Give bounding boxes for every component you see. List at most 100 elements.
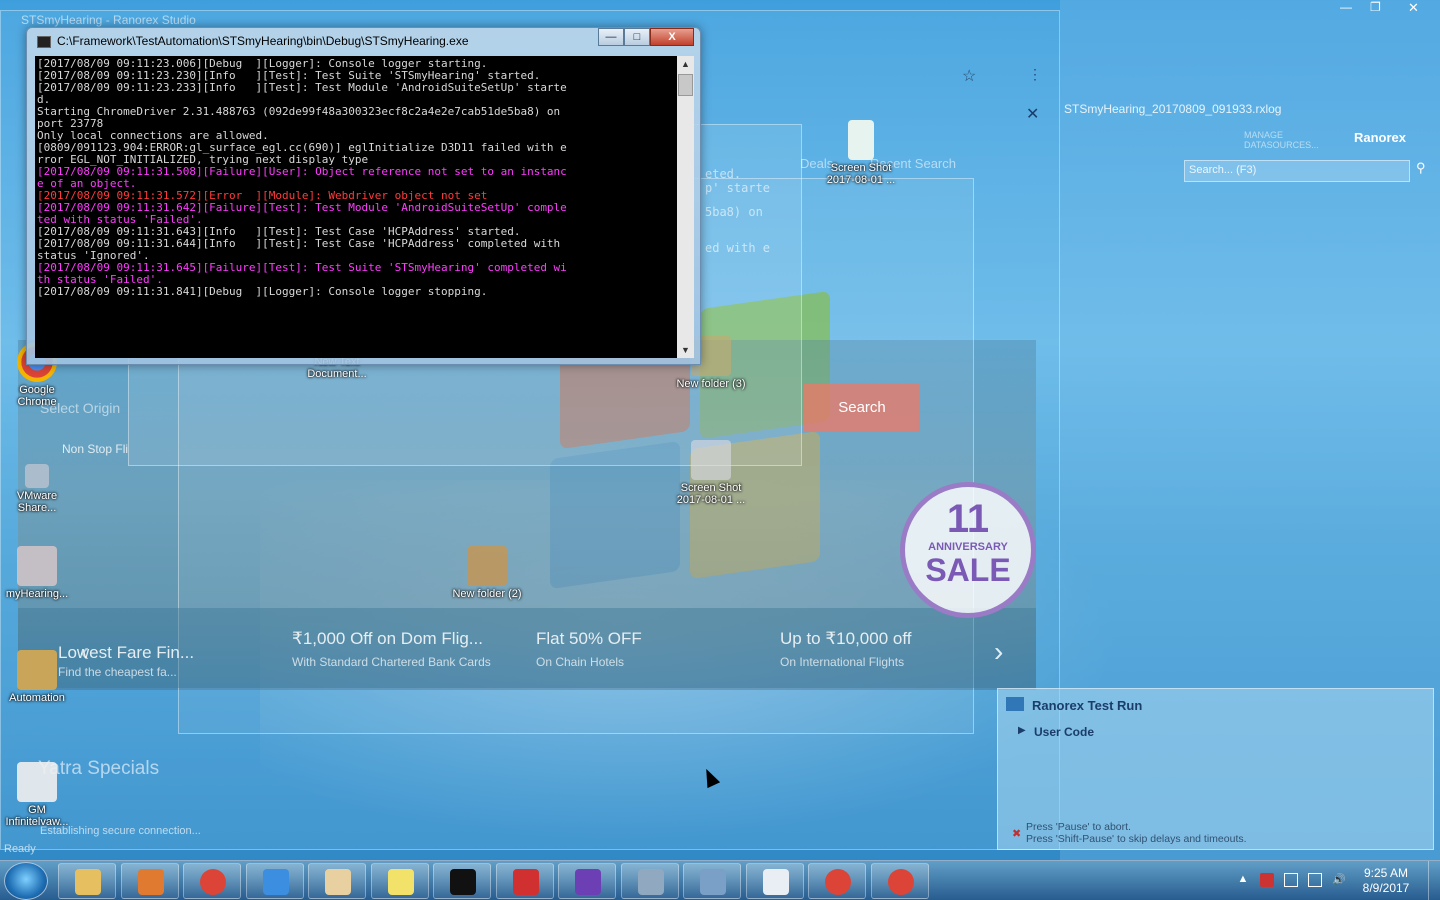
desktop-icon-screenshot-1[interactable]: Screen Shot 2017-08-01 ... bbox=[826, 120, 896, 186]
taskbar-button[interactable] bbox=[745, 863, 804, 899]
desktop-icon-label: GM Infinitelvaw... bbox=[5, 804, 69, 828]
folder-icon bbox=[17, 650, 57, 690]
scroll-up-icon[interactable]: ▲ bbox=[677, 56, 694, 72]
hint-shift-pause: Press 'Shift-Pause' to skip delays and t… bbox=[1026, 833, 1247, 845]
testrun-title: Ranorex Test Run bbox=[1032, 698, 1143, 713]
chrome-icon bbox=[200, 869, 226, 895]
image-file-icon bbox=[691, 440, 731, 480]
settings-icon bbox=[637, 869, 664, 895]
desktop-icon-automation[interactable]: Automation bbox=[2, 650, 72, 704]
chrome-icon bbox=[887, 869, 914, 895]
ghost-line: eted. bbox=[705, 167, 742, 181]
taskbar-button[interactable] bbox=[808, 863, 866, 899]
testrun-hints: Press 'Pause' to abort. Press 'Shift-Pau… bbox=[1026, 821, 1247, 845]
carousel-next-icon[interactable]: › bbox=[994, 636, 1003, 668]
action-center-icon[interactable] bbox=[1260, 873, 1274, 887]
ranorex-testrun-icon bbox=[1006, 697, 1024, 711]
scroll-thumb[interactable] bbox=[678, 74, 693, 96]
console-app-icon bbox=[37, 36, 51, 48]
rxlog-tab[interactable]: STSmyHearing_20170809_091933.rxlog bbox=[1064, 102, 1440, 120]
volume-icon[interactable]: 🔊 bbox=[1332, 873, 1346, 887]
offer-subtitle: On International Flights bbox=[780, 655, 905, 669]
search-icon[interactable]: ⚲ bbox=[1416, 160, 1426, 176]
console-line: Starting ChromeDriver 2.31.488763 (092de… bbox=[37, 105, 561, 118]
console-line: [2017/08/09 09:11:31.841][Debug ][Logger… bbox=[37, 285, 488, 298]
close-button[interactable]: X bbox=[650, 28, 694, 46]
flight-search-button[interactable]: Search bbox=[804, 384, 920, 432]
cmd-icon bbox=[450, 869, 476, 895]
taskbar-button[interactable] bbox=[870, 863, 929, 899]
taskbar-button[interactable] bbox=[620, 863, 679, 899]
user-code-item[interactable]: User Code bbox=[1034, 725, 1094, 739]
console-output[interactable]: [2017/08/09 09:11:23.006][Debug ][Logger… bbox=[35, 56, 694, 358]
taskbar-button[interactable] bbox=[58, 863, 116, 899]
desktop-icon-vmware[interactable]: VMware Share... bbox=[2, 464, 72, 514]
console-line: [2017/08/09 09:11:23.233][Info ][Test]: … bbox=[37, 81, 567, 94]
taskbar-button[interactable] bbox=[120, 863, 179, 899]
restore-icon[interactable]: ❐ bbox=[1370, 0, 1381, 14]
sale-number: 11 bbox=[946, 497, 990, 541]
desktop-icon-label: New folder (3) bbox=[676, 378, 746, 390]
maximize-button[interactable]: □ bbox=[624, 28, 650, 46]
ranorex-spy-icon bbox=[512, 869, 539, 895]
offer-title[interactable]: Up to ₹10,000 off bbox=[780, 629, 911, 649]
taskbar-button[interactable] bbox=[433, 863, 491, 899]
ranorex-search-input[interactable]: Search... (F3) bbox=[1184, 160, 1410, 182]
console-title: C:\Framework\TestAutomation\STSmyHearing… bbox=[57, 34, 469, 48]
desktop-icon-new-folder-2[interactable]: New folder (2) bbox=[452, 546, 522, 600]
browser-menu-icon[interactable]: ⋮ bbox=[1028, 66, 1042, 83]
console-scrollbar[interactable]: ▲ ▼ bbox=[677, 56, 694, 358]
dialog-close-icon[interactable]: ✕ bbox=[1026, 104, 1039, 124]
device-icon[interactable] bbox=[1284, 873, 1298, 887]
desktop-icon-label: Screen Shot 2017-08-01 ... bbox=[676, 482, 746, 506]
stop-icon[interactable]: ✖ bbox=[1012, 827, 1021, 840]
taskbar-button[interactable] bbox=[183, 863, 241, 899]
console-log: [2017/08/09 09:11:23.006][Debug ][Logger… bbox=[35, 56, 677, 358]
network-icon bbox=[700, 869, 726, 895]
clock-time: 9:25 AM bbox=[1363, 866, 1409, 880]
ranorex-test-run-panel: Ranorex Test Run ▶ User Code ✖ Press 'Pa… bbox=[997, 688, 1434, 850]
anniversary-sale-badge[interactable]: 11 ANNIVERSARY SALE bbox=[900, 482, 1036, 618]
offer-title[interactable]: Flat 50% OFF bbox=[536, 629, 642, 649]
document-icon bbox=[17, 546, 57, 586]
taskbar-button[interactable] bbox=[683, 863, 741, 899]
taskbar-button[interactable] bbox=[245, 863, 304, 899]
start-button[interactable] bbox=[4, 862, 48, 900]
bookmark-star-icon[interactable]: ☆ bbox=[962, 66, 976, 86]
offer-subtitle: With Standard Chartered Bank Cards bbox=[292, 655, 491, 669]
clock-date: 8/9/2017 bbox=[1362, 881, 1410, 895]
scroll-down-icon[interactable]: ▼ bbox=[677, 342, 694, 358]
show-hidden-icons[interactable]: ▲ bbox=[1236, 873, 1250, 887]
taskbar-button[interactable] bbox=[370, 863, 429, 899]
minimize-icon[interactable]: — bbox=[1340, 0, 1352, 14]
ghost-title: STSmyHearing - Ranorex Studio bbox=[21, 13, 196, 27]
expand-arrow-icon[interactable]: ▶ bbox=[1018, 725, 1026, 736]
minimize-button[interactable]: — bbox=[598, 28, 624, 46]
sale-line2: SALE bbox=[925, 552, 1011, 588]
offer-title[interactable]: Lowest Fare Fin... bbox=[58, 643, 194, 663]
desktop-icon-screenshot-2[interactable]: Screen Shot 2017-08-01 ... bbox=[676, 440, 746, 506]
taskbar-button[interactable] bbox=[308, 863, 366, 899]
clock[interactable]: 9:25 AM 8/9/2017 bbox=[1356, 866, 1416, 896]
desktop-icon-label: VMware Share... bbox=[16, 490, 58, 514]
window-controls: — □ X bbox=[598, 28, 694, 46]
close-icon[interactable]: ✕ bbox=[1408, 0, 1419, 16]
image-file-icon bbox=[848, 120, 874, 160]
paint-icon bbox=[325, 869, 351, 895]
non-stop-checkbox-label[interactable]: Non Stop Fli bbox=[62, 442, 128, 456]
desktop-icon-gm[interactable]: GM Infinitelvaw... bbox=[2, 762, 72, 828]
ranorex-logo: Ranorex bbox=[1354, 130, 1407, 145]
network-icon[interactable] bbox=[1308, 873, 1322, 887]
carousel-prev-icon[interactable]: ‹ bbox=[80, 636, 89, 668]
show-desktop-button[interactable] bbox=[1428, 861, 1440, 900]
media-player-icon bbox=[137, 869, 164, 895]
taskbar-button[interactable] bbox=[558, 863, 616, 899]
sticky-notes-icon bbox=[387, 869, 414, 895]
desktop-icon-myhearing[interactable]: myHearing... bbox=[2, 546, 72, 600]
manage-datasources-button[interactable]: MANAGE DATASOURCES... bbox=[1244, 130, 1344, 150]
taskbar: ▲ 🔊 9:25 AM 8/9/2017 bbox=[0, 860, 1440, 900]
console-window[interactable]: C:\Framework\TestAutomation\STSmyHearing… bbox=[26, 27, 701, 365]
desktop-icon-label: myHearing... bbox=[5, 588, 69, 600]
offer-title[interactable]: ₹1,000 Off on Dom Flig... bbox=[292, 629, 483, 649]
taskbar-button[interactable] bbox=[495, 863, 554, 899]
